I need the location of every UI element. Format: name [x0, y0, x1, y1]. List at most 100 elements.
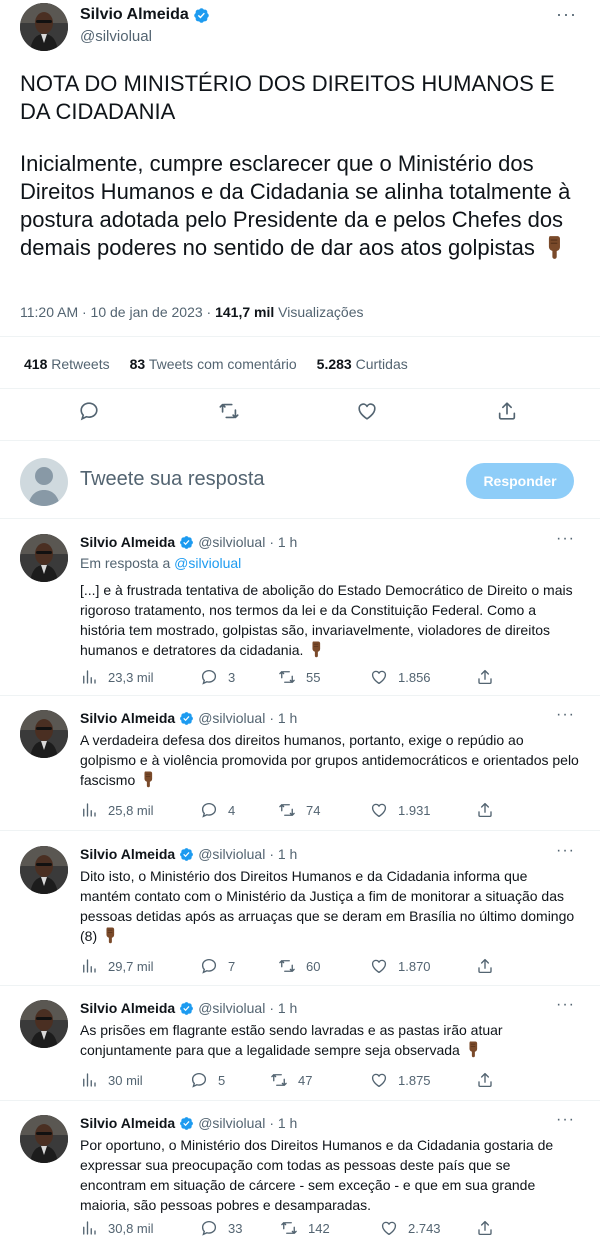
reply-author-avatar[interactable] — [20, 1000, 68, 1048]
share-icon — [476, 801, 494, 819]
reply-author-name[interactable]: Silvio Almeida — [80, 710, 175, 726]
views-count: 23,3 mil — [108, 669, 154, 685]
analytics-icon — [80, 1219, 98, 1237]
reply-count: 5 — [218, 1072, 226, 1088]
reply-author-handle[interactable]: @silviolual — [198, 534, 265, 550]
views-action[interactable]: 30,8 mil — [80, 1219, 154, 1237]
author-handle[interactable]: @silviolual — [80, 28, 152, 45]
reply-input[interactable]: Tweete sua resposta — [80, 468, 265, 491]
share-action[interactable] — [476, 957, 494, 975]
in-reply-prefix: Em resposta a — [80, 555, 175, 571]
retweet-icon — [270, 1071, 288, 1089]
reply-time[interactable]: · 1 h — [269, 1000, 297, 1016]
share-action[interactable] — [476, 1071, 494, 1089]
like-action[interactable]: 1.856 — [370, 668, 431, 686]
reply-more-button[interactable]: ··· — [556, 1111, 575, 1129]
reply-time[interactable]: · 1 h — [269, 534, 297, 550]
retweets-stat[interactable]: 418 Retweets — [24, 356, 110, 372]
more-options-button[interactable]: ··· — [556, 4, 577, 25]
retweet-icon[interactable] — [218, 400, 240, 422]
avatar-photo-icon — [20, 710, 68, 758]
share-action[interactable] — [476, 1219, 494, 1237]
reply-action[interactable]: 5 — [190, 1071, 225, 1089]
tweet-timestamp[interactable]: 11:20 AM · 10 de jan de 2023 · — [20, 304, 215, 320]
like-action[interactable]: 1.875 — [370, 1071, 431, 1089]
share-icon[interactable] — [496, 400, 518, 422]
verified-badge-icon — [179, 711, 194, 726]
reply-count: 3 — [228, 669, 236, 685]
retweet-action[interactable]: 74 — [278, 801, 320, 819]
reply-author-avatar[interactable] — [20, 1115, 68, 1163]
share-action[interactable] — [476, 801, 494, 819]
heart-icon — [380, 1219, 398, 1237]
divider — [0, 1100, 600, 1101]
reply-action[interactable]: 4 — [200, 801, 235, 819]
reply-icon — [200, 668, 218, 686]
reply-action[interactable]: 33 — [200, 1219, 242, 1237]
author-name[interactable]: Silvio Almeida — [80, 6, 189, 24]
reply-action-bar: 29,7 mil 7 60 1.870 — [80, 957, 580, 977]
reply-author-avatar[interactable] — [20, 534, 68, 582]
reply-author-handle[interactable]: @silviolual — [198, 846, 265, 862]
views-action[interactable]: 30 mil — [80, 1071, 143, 1089]
heart-icon — [370, 668, 388, 686]
like-action[interactable]: 1.931 — [370, 801, 431, 819]
retweet-action[interactable]: 47 — [270, 1071, 312, 1089]
reply-author-handle[interactable]: @silviolual — [198, 710, 265, 726]
retweet-action[interactable]: 60 — [278, 957, 320, 975]
avatar-photo-icon — [20, 534, 68, 582]
reply-submit-button[interactable]: Responder — [466, 463, 574, 499]
reply-more-button[interactable]: ··· — [556, 842, 575, 860]
reply-time[interactable]: · 1 h — [269, 1115, 297, 1131]
views-action[interactable]: 25,8 mil — [80, 801, 154, 819]
like-action[interactable]: 1.870 — [370, 957, 431, 975]
reply-author-avatar[interactable] — [20, 846, 68, 894]
divider — [0, 830, 600, 831]
reply-author-avatar[interactable] — [20, 710, 68, 758]
reply-author-name[interactable]: Silvio Almeida — [80, 1000, 175, 1016]
retweet-count: 60 — [306, 958, 321, 974]
reply-more-button[interactable]: ··· — [556, 530, 575, 548]
reply-time[interactable]: · 1 h — [269, 846, 297, 862]
reply-action-bar: 25,8 mil 4 74 1.931 — [80, 801, 580, 821]
current-user-avatar[interactable] — [20, 458, 68, 506]
retweets-label: Retweets — [47, 356, 110, 372]
reply-more-button[interactable]: ··· — [556, 996, 575, 1014]
reply-action[interactable]: 7 — [200, 957, 235, 975]
reply-body: [...] e à frustrada tentativa de aboliçã… — [80, 582, 573, 658]
quotes-stat[interactable]: 83 Tweets com comentário — [130, 356, 297, 372]
reply-author-handle[interactable]: @silviolual — [198, 1115, 265, 1131]
verified-badge-icon — [179, 847, 194, 862]
heart-icon[interactable] — [356, 400, 378, 422]
divider — [0, 695, 600, 696]
analytics-icon — [80, 1071, 98, 1089]
author-name-row[interactable]: Silvio Almeida — [80, 6, 210, 24]
retweet-action[interactable]: 142 — [280, 1219, 330, 1237]
share-icon — [476, 1219, 494, 1237]
reply-count: 4 — [228, 802, 236, 818]
reply-author-name[interactable]: Silvio Almeida — [80, 1115, 175, 1131]
reply-icon[interactable] — [78, 400, 100, 422]
retweets-count: 418 — [24, 356, 48, 372]
reply-author-handle[interactable]: @silviolual — [198, 1000, 265, 1016]
views-action[interactable]: 29,7 mil — [80, 957, 154, 975]
pointing-down-emoji-icon — [541, 234, 567, 260]
avatar-photo-icon — [20, 3, 68, 51]
views-count: 29,7 mil — [108, 958, 154, 974]
likes-stat[interactable]: 5.283 Curtidas — [317, 356, 408, 372]
reply-author-name[interactable]: Silvio Almeida — [80, 534, 175, 550]
reply-action[interactable]: 3 — [200, 668, 235, 686]
views-action[interactable]: 23,3 mil — [80, 668, 154, 686]
reply-author-name[interactable]: Silvio Almeida — [80, 846, 175, 862]
author-avatar[interactable] — [20, 3, 68, 51]
in-reply-handle-link[interactable]: @silviolual — [174, 555, 241, 571]
reply-header: Silvio Almeida @silviolual · 1 h — [80, 710, 297, 726]
like-action[interactable]: 2.743 — [380, 1219, 441, 1237]
divider — [0, 388, 600, 389]
views-count: 141,7 mil — [215, 304, 275, 320]
share-action[interactable] — [476, 668, 494, 686]
reply-more-button[interactable]: ··· — [556, 706, 575, 724]
retweet-action[interactable]: 55 — [278, 668, 320, 686]
heart-icon — [370, 801, 388, 819]
reply-time[interactable]: · 1 h — [269, 710, 297, 726]
